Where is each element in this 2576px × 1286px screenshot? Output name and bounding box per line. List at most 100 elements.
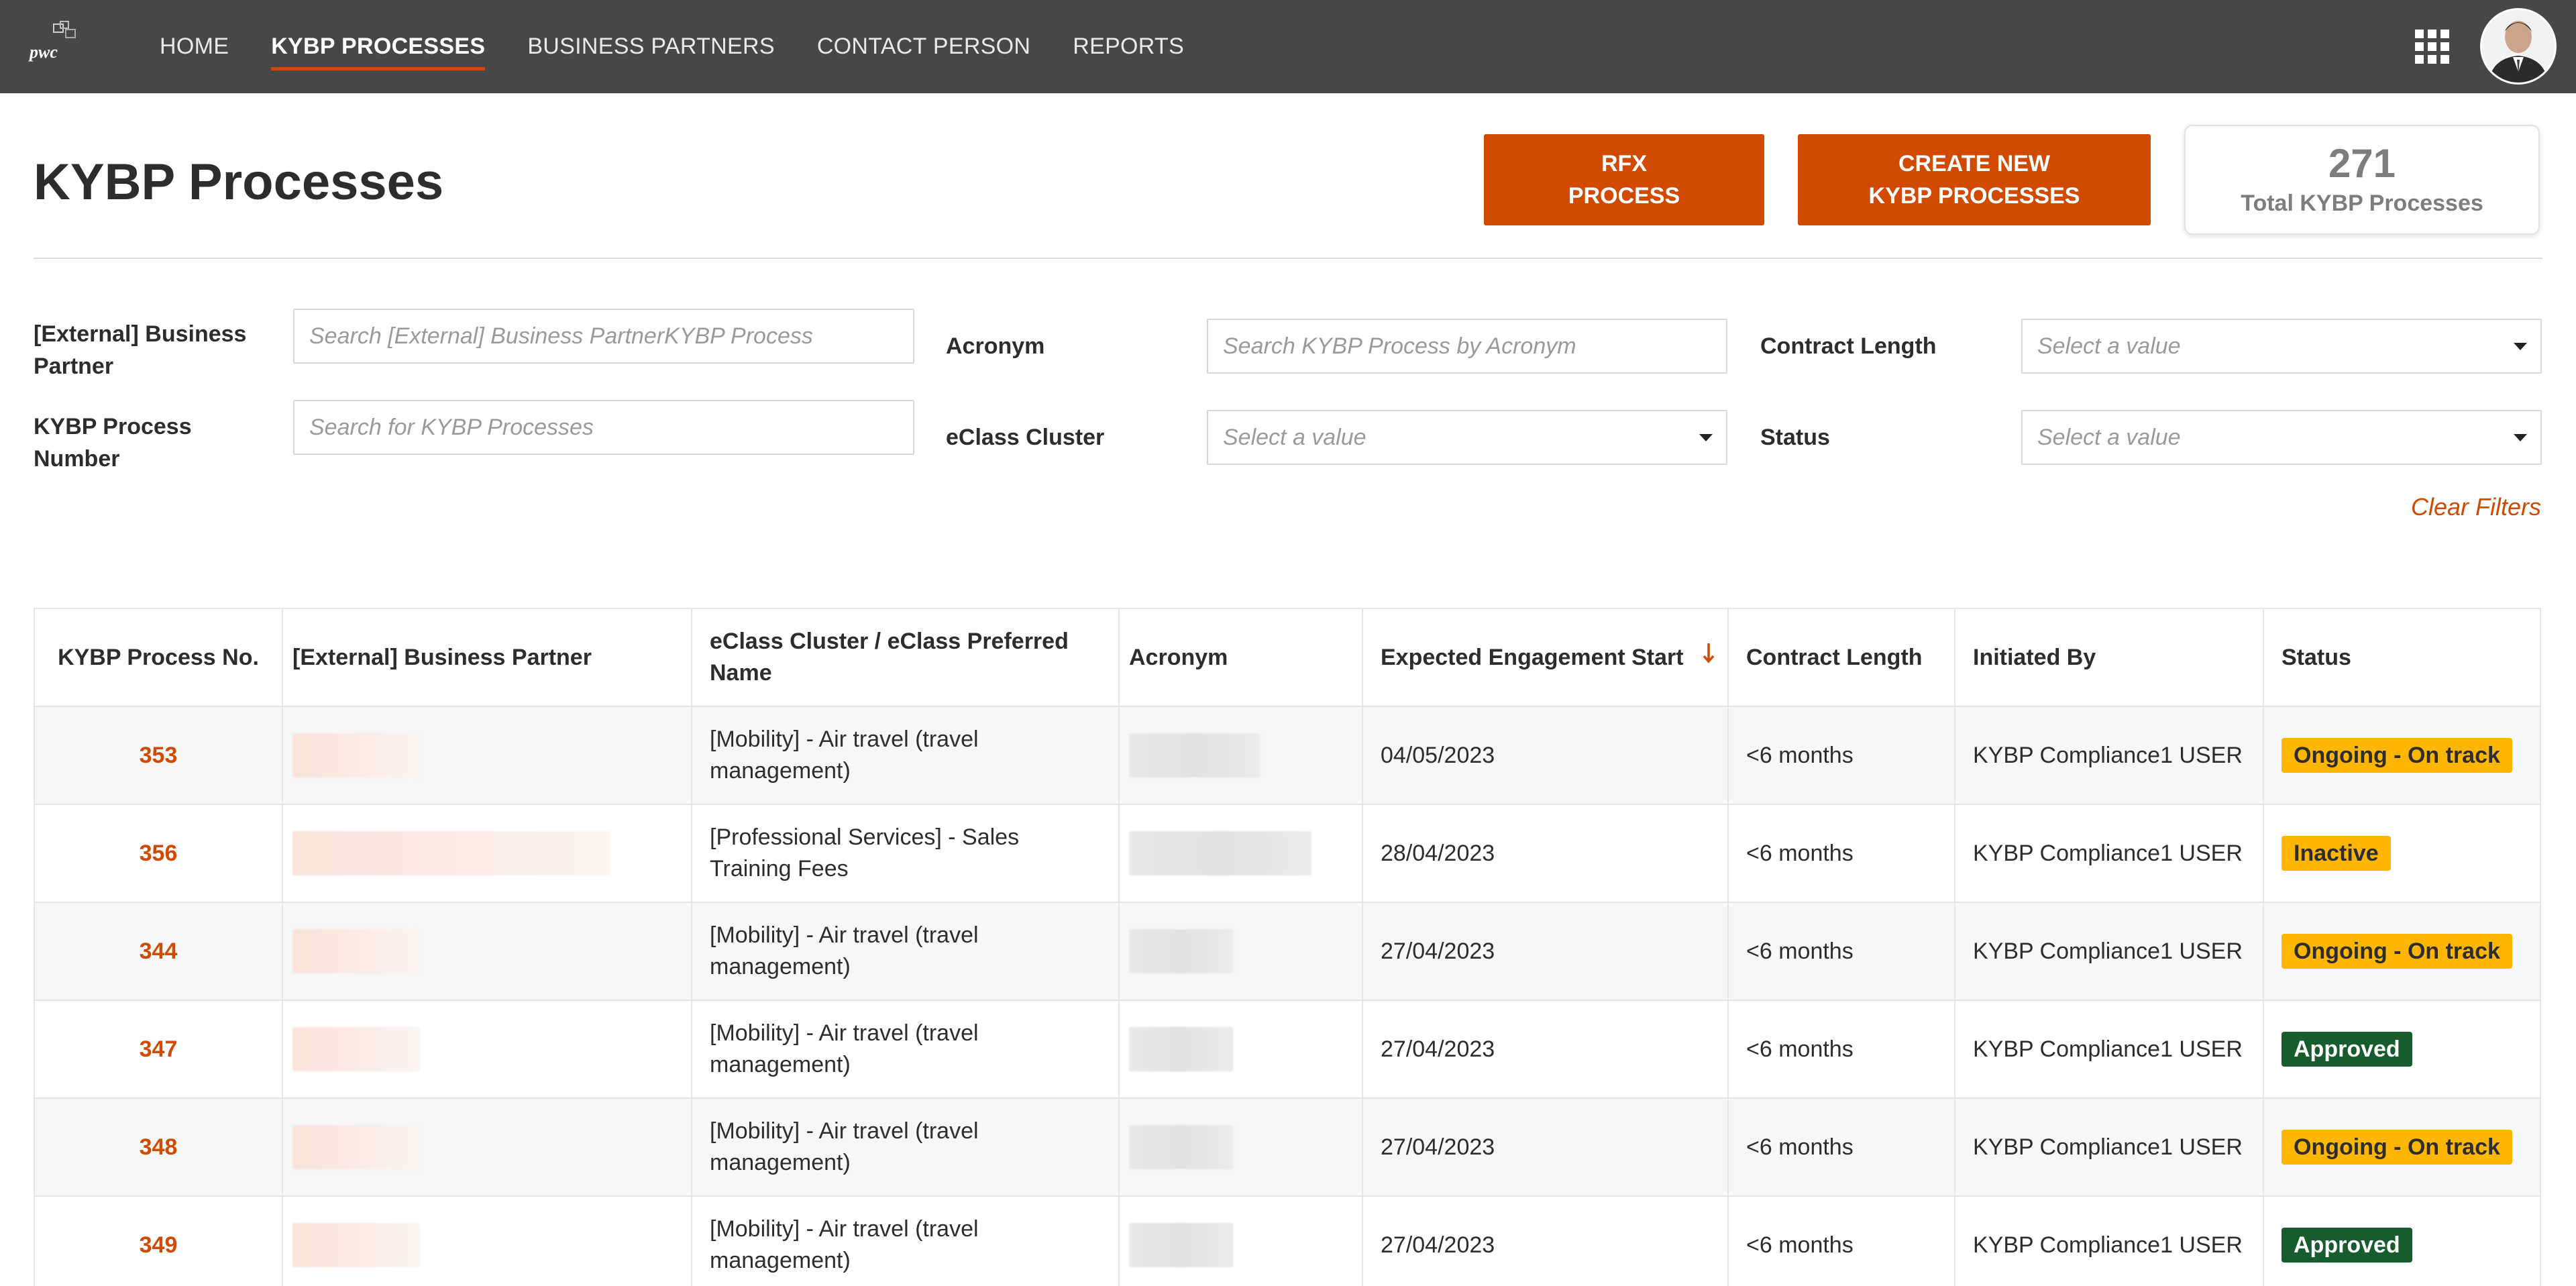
- eclass-line2: management): [710, 1052, 851, 1077]
- engagement-start-cell: 27/04/2023: [1363, 903, 1729, 1000]
- acronym-cell: [1120, 1099, 1363, 1195]
- eclass-line1: [Mobility] - Air travel (travel: [710, 1118, 979, 1144]
- header-eclass[interactable]: eClass Cluster / eClass Preferred Name: [692, 609, 1120, 706]
- chevron-down-icon: [1699, 434, 1713, 441]
- engagement-start-cell: 04/05/2023: [1363, 707, 1729, 804]
- process-number-link[interactable]: 348: [140, 1132, 178, 1163]
- eclass-line2: management): [710, 1150, 851, 1175]
- process-number-label-line2: Number: [34, 446, 120, 472]
- header-acronym[interactable]: Acronym: [1120, 609, 1363, 706]
- process-number-cell: 348: [35, 1099, 283, 1195]
- status-select[interactable]: Select a value: [2021, 410, 2542, 465]
- engagement-start-cell: 27/04/2023: [1363, 1197, 1729, 1286]
- process-number-link[interactable]: 353: [140, 740, 178, 771]
- eclass-cell: [Mobility] - Air travel (travel managemen…: [692, 1099, 1120, 1195]
- process-number-link[interactable]: 344: [140, 936, 178, 967]
- total-processes-card: 271 Total KYBP Processes: [2184, 125, 2540, 235]
- eclass-line2: management): [710, 1248, 851, 1273]
- arrow-down-icon[interactable]: [1703, 642, 1715, 674]
- main-nav: HOME KYBP PROCESSES BUSINESS PARTNERS CO…: [160, 0, 1226, 93]
- nav-contact-person[interactable]: CONTACT PERSON: [817, 27, 1030, 66]
- process-number-placeholder: Search for KYBP Processes: [309, 414, 594, 440]
- contract-length-cell: <6 months: [1729, 903, 1955, 1000]
- header-process-no[interactable]: KYBP Process No.: [35, 609, 283, 706]
- redacted-acronym: [1129, 929, 1234, 973]
- initiated-by-cell: KYBP Compliance1 USER: [1955, 1001, 2264, 1097]
- eclass-line1: [Professional Services] - Sales: [710, 824, 1020, 850]
- header-status[interactable]: Status: [2264, 609, 2540, 706]
- kybp-processes-table: KYBP Process No. [External] Business Par…: [34, 608, 2541, 1286]
- business-partner-cell: [283, 805, 692, 902]
- eclass-line2: management): [710, 758, 851, 784]
- process-number-link[interactable]: 349: [140, 1230, 178, 1261]
- business-partner-cell: [283, 707, 692, 804]
- table-row[interactable]: 344 [Mobility] - Air travel (travel manage…: [35, 903, 2540, 1001]
- eclass-line1: [Mobility] - Air travel (travel: [710, 1020, 979, 1046]
- redacted-acronym: [1129, 1223, 1234, 1267]
- status-cell: Inactive: [2264, 805, 2540, 902]
- eclass-cell: [Mobility] - Air travel (travel managemen…: [692, 1197, 1120, 1286]
- status-badge: Approved: [2282, 1228, 2412, 1263]
- eclass-cluster-placeholder: Select a value: [1223, 424, 1366, 450]
- table-row[interactable]: 353 [Mobility] - Air travel (travel manage…: [35, 707, 2540, 805]
- engagement-start-cell: 28/04/2023: [1363, 805, 1729, 902]
- nav-reports[interactable]: REPORTS: [1073, 27, 1184, 66]
- header-contract-length[interactable]: Contract Length: [1729, 609, 1955, 706]
- user-avatar[interactable]: [2480, 8, 2557, 85]
- header-business-partner[interactable]: [External] Business Partner: [283, 609, 692, 706]
- redacted-partner-name: [292, 733, 420, 778]
- process-number-cell: 356: [35, 805, 283, 902]
- eclass-line1: [Mobility] - Air travel (travel: [710, 1216, 979, 1242]
- status-badge: Ongoing - On track: [2282, 1130, 2512, 1165]
- nav-business-partners[interactable]: BUSINESS PARTNERS: [527, 27, 775, 66]
- acronym-cell: [1120, 903, 1363, 1000]
- table-row[interactable]: 356 [Professional Services] - Sales Traini…: [35, 805, 2540, 903]
- status-cell: Approved: [2264, 1197, 2540, 1286]
- redacted-partner-name: [292, 831, 610, 875]
- status-cell: Ongoing - On track: [2264, 1099, 2540, 1195]
- status-badge: Approved: [2282, 1032, 2412, 1067]
- contract-length-select[interactable]: Select a value: [2021, 319, 2542, 374]
- create-kybp-process-button[interactable]: CREATE NEW KYBP PROCESSES: [1798, 134, 2151, 225]
- pwc-logo[interactable]: pwc: [27, 20, 87, 67]
- process-number-link[interactable]: 356: [140, 838, 178, 869]
- process-number-cell: 353: [35, 707, 283, 804]
- top-navigation-bar: pwc HOME KYBP PROCESSES BUSINESS PARTNER…: [0, 0, 2576, 93]
- table-row[interactable]: 349 [Mobility] - Air travel (travel manage…: [35, 1197, 2540, 1286]
- nav-kybp-processes[interactable]: KYBP PROCESSES: [271, 27, 486, 70]
- eclass-cluster-select[interactable]: Select a value: [1207, 410, 1727, 465]
- rfx-button-line1: RFX: [1601, 151, 1647, 176]
- business-partner-filter-label: [External] Business Partner: [34, 318, 246, 382]
- eclass-line1: [Mobility] - Air travel (travel: [710, 922, 979, 948]
- redacted-partner-name: [292, 1027, 420, 1071]
- header-initiated-by[interactable]: Initiated By: [1955, 609, 2264, 706]
- eclass-line1: [Mobility] - Air travel (travel: [710, 727, 979, 752]
- header-engagement-start[interactable]: Expected Engagement Start: [1363, 609, 1729, 706]
- process-number-cell: 349: [35, 1197, 283, 1286]
- contract-length-cell: <6 months: [1729, 1001, 1955, 1097]
- acronym-cell: [1120, 805, 1363, 902]
- acronym-search-input[interactable]: Search KYBP Process by Acronym: [1207, 319, 1727, 374]
- status-cell: Ongoing - On track: [2264, 903, 2540, 1000]
- status-filter-label: Status: [1760, 425, 1830, 450]
- business-partner-search-input[interactable]: Search [External] Business PartnerKYBP P…: [293, 309, 914, 364]
- eclass-cluster-filter-label: eClass Cluster: [946, 425, 1105, 450]
- table-row[interactable]: 347 [Mobility] - Air travel (travel manage…: [35, 1001, 2540, 1099]
- apps-grid-icon[interactable]: [2415, 30, 2450, 64]
- rfx-process-button[interactable]: RFX PROCESS: [1484, 134, 1764, 225]
- header-divider: [34, 258, 2542, 259]
- table-header-row: KYBP Process No. [External] Business Par…: [35, 609, 2540, 707]
- process-number-link[interactable]: 347: [140, 1034, 178, 1065]
- logo-text: pwc: [28, 42, 58, 62]
- redacted-partner-name: [292, 929, 420, 973]
- process-number-search-input[interactable]: Search for KYBP Processes: [293, 400, 914, 455]
- eclass-cell: [Mobility] - Air travel (travel managemen…: [692, 707, 1120, 804]
- clear-filters-link[interactable]: Clear Filters: [2411, 493, 2541, 521]
- eclass-cell: [Professional Services] - Sales Training …: [692, 805, 1120, 902]
- table-row[interactable]: 348 [Mobility] - Air travel (travel manage…: [35, 1099, 2540, 1197]
- page-title: KYBP Processes: [34, 154, 444, 211]
- acronym-cell: [1120, 1001, 1363, 1097]
- acronym-cell: [1120, 1197, 1363, 1286]
- business-partner-cell: [283, 1099, 692, 1195]
- nav-home[interactable]: HOME: [160, 27, 229, 66]
